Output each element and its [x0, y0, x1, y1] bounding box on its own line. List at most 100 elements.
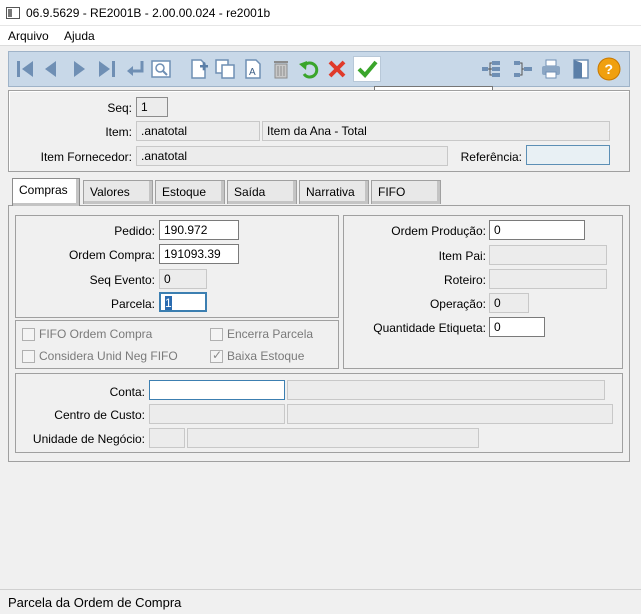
tab-narrativa[interactable]: Narrativa	[299, 180, 369, 204]
referencia-field[interactable]	[526, 145, 610, 165]
first-record-button[interactable]	[13, 57, 37, 81]
conta-label: Conta:	[109, 385, 145, 399]
checkbox-box	[22, 327, 35, 341]
centro-custo-label: Centro de Custo:	[54, 408, 145, 422]
ordem-producao-label: Ordem Produção:	[391, 224, 486, 238]
checkbox-label: FIFO Ordem Compra	[39, 327, 153, 341]
item-fornecedor-field[interactable]: .anatotal	[136, 146, 448, 166]
tab-compras[interactable]: Compras	[12, 178, 80, 206]
menu-arquivo[interactable]: Arquivo	[8, 29, 49, 43]
item-description-field: Item da Ana - Total	[262, 121, 610, 141]
operacao-label: Operação:	[429, 297, 486, 311]
item-fornecedor-label: Item Fornecedor:	[40, 150, 132, 164]
item-label: Item:	[105, 125, 132, 139]
conta-description-field	[287, 380, 605, 400]
tab-saida[interactable]: Saída	[227, 180, 297, 204]
centro-custo-field[interactable]	[149, 404, 285, 424]
ordem-compra-field[interactable]: 191093.39	[159, 244, 239, 264]
search-button[interactable]	[149, 57, 173, 81]
parcela-label: Parcela:	[110, 297, 155, 311]
checkmark-icon	[357, 60, 378, 78]
centro-custo-description-field	[287, 404, 613, 424]
window-title: 06.9.5629 - RE2001B - 2.00.00.024 - re20…	[26, 6, 271, 20]
unidade-negocio-label: Unidade de Negócio:	[32, 432, 145, 446]
tree-list-button[interactable]	[511, 57, 535, 81]
quantidade-etiqueta-field[interactable]: 0	[489, 317, 545, 337]
item-pai-field	[489, 245, 607, 265]
confirm-button[interactable]	[353, 56, 381, 82]
list-structure-icon	[514, 61, 532, 77]
checkbox-box	[210, 327, 223, 341]
considera-unid-neg-checkbox[interactable]: Considera Unid Neg FIFO	[22, 349, 178, 363]
edit-record-button[interactable]: A	[241, 57, 265, 81]
cancel-x-icon	[328, 60, 346, 78]
help-question-icon: ?	[597, 57, 621, 81]
item-pai-label: Item Pai:	[438, 249, 486, 263]
status-bar: Parcela da Ordem de Compra	[0, 589, 641, 614]
tab-fifo[interactable]: FIFO	[371, 180, 441, 204]
checkbox-label: Considera Unid Neg FIFO	[39, 349, 178, 363]
trash-icon	[274, 61, 288, 79]
tree-view-button[interactable]	[479, 57, 503, 81]
title-bar: 06.9.5629 - RE2001B - 2.00.00.024 - re20…	[0, 0, 641, 26]
quantidade-etiqueta-label: Quantidade Etiqueta:	[373, 321, 486, 335]
last-record-icon	[99, 61, 115, 77]
seq-field[interactable]: 1	[136, 97, 168, 117]
unidade-negocio-description-field	[187, 428, 479, 448]
first-record-icon	[17, 61, 33, 77]
parcela-value: 1	[165, 296, 172, 310]
conta-field[interactable]	[149, 380, 285, 400]
tree-structure-icon	[482, 61, 500, 77]
svg-text:?: ?	[605, 61, 614, 77]
print-button[interactable]	[539, 57, 563, 81]
menu-bar: Arquivo Ajuda	[0, 26, 641, 46]
next-record-icon	[74, 61, 85, 77]
delete-record-button[interactable]	[269, 57, 293, 81]
roteiro-field	[489, 269, 607, 289]
tab-valores[interactable]: Valores	[83, 180, 153, 204]
exit-button[interactable]	[569, 57, 593, 81]
previous-record-icon	[45, 61, 56, 77]
new-record-button[interactable]	[187, 57, 211, 81]
exit-door-icon	[573, 59, 589, 79]
checkbox-label: Baixa Estoque	[227, 349, 305, 363]
cancel-button[interactable]	[325, 57, 349, 81]
fifo-ordem-compra-checkbox[interactable]: FIFO Ordem Compra	[22, 327, 152, 341]
next-record-button[interactable]	[67, 57, 91, 81]
seq-label: Seq:	[107, 101, 132, 115]
checkbox-label: Encerra Parcela	[227, 327, 314, 341]
checkbox-checked-box	[210, 348, 223, 363]
undo-icon	[299, 61, 319, 79]
toolbar: A ?	[8, 51, 630, 87]
goto-button[interactable]	[123, 57, 147, 81]
enter-arrow-icon	[127, 61, 144, 76]
pedido-field[interactable]: 190.972	[159, 220, 239, 240]
item-code-field[interactable]: .anatotal	[136, 121, 260, 141]
copy-icon	[215, 59, 235, 79]
encerra-parcela-checkbox[interactable]: Encerra Parcela	[210, 327, 313, 341]
referencia-label: Referência:	[460, 150, 522, 164]
ordem-producao-field[interactable]: 0	[489, 220, 585, 240]
help-button[interactable]: ?	[597, 57, 621, 81]
new-document-icon	[191, 59, 208, 79]
status-text: Parcela da Ordem de Compra	[8, 595, 182, 610]
svg-text:A: A	[249, 67, 256, 78]
pedido-label: Pedido:	[114, 224, 155, 238]
copy-record-button[interactable]	[213, 57, 237, 81]
edit-text-icon: A	[245, 59, 261, 79]
operacao-field: 0	[489, 293, 529, 313]
last-record-button[interactable]	[95, 57, 119, 81]
previous-record-button[interactable]	[39, 57, 63, 81]
parcela-field[interactable]: 1	[159, 292, 207, 312]
undo-button[interactable]	[297, 57, 321, 81]
ordem-compra-label: Ordem Compra:	[68, 248, 155, 262]
seq-evento-label: Seq Evento:	[89, 273, 155, 287]
checkbox-box	[22, 349, 35, 363]
tab-estoque[interactable]: Estoque	[155, 180, 225, 204]
baixa-estoque-checkbox[interactable]: Baixa Estoque	[210, 348, 305, 363]
roteiro-label: Roteiro:	[443, 273, 486, 287]
app-window-icon	[6, 7, 20, 19]
unidade-negocio-field[interactable]	[149, 428, 185, 448]
menu-ajuda[interactable]: Ajuda	[64, 29, 95, 43]
printer-icon	[542, 59, 560, 79]
